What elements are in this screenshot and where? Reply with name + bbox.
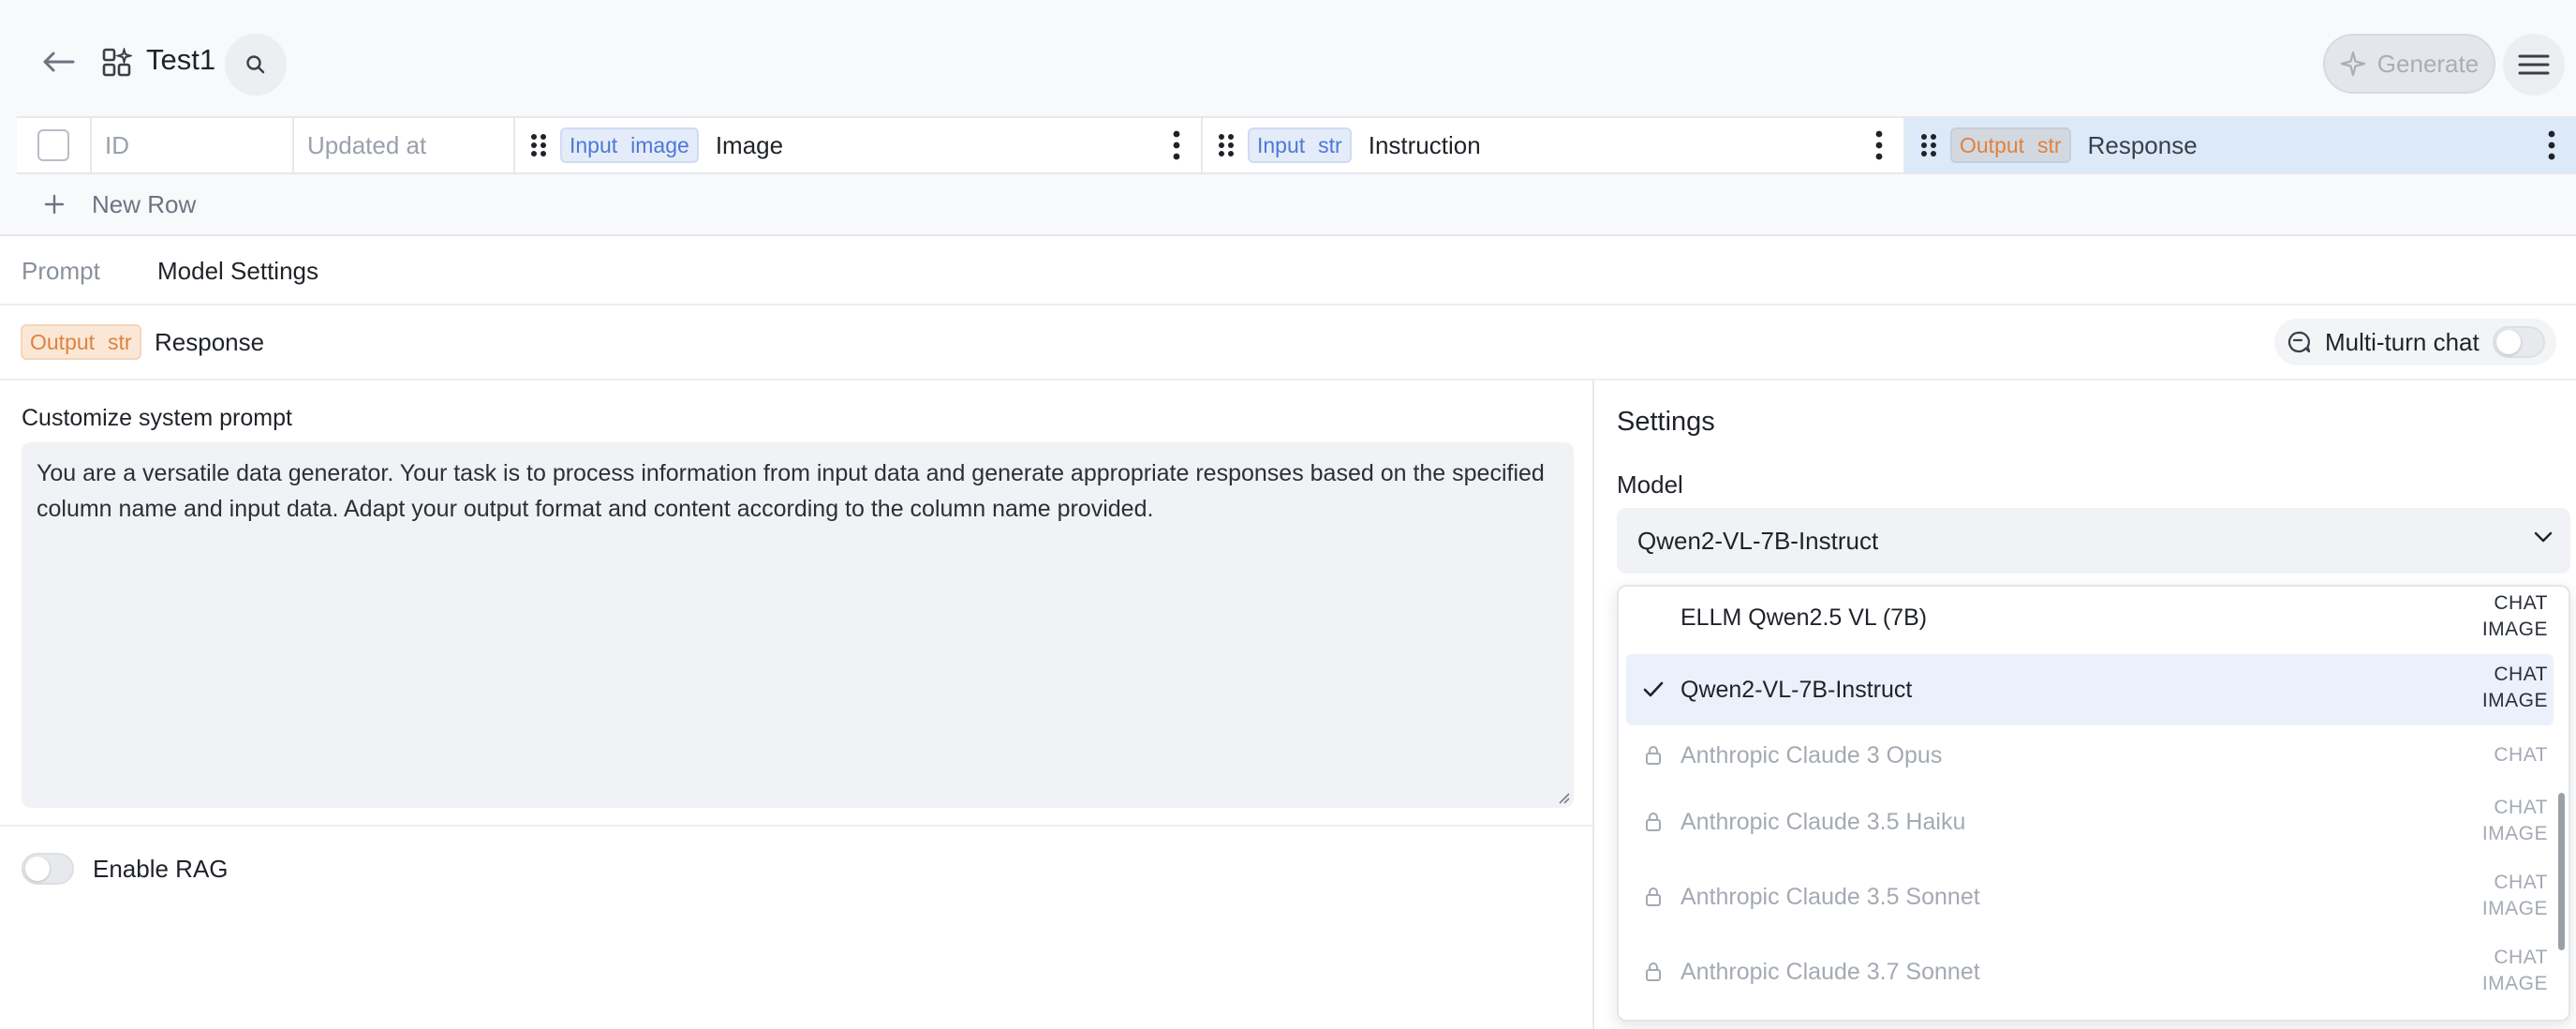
lock-icon [1626, 812, 1680, 832]
chevron-down-icon [2533, 530, 2554, 544]
column-type-badge: Output str [1950, 127, 2071, 163]
model-label: Model [1617, 470, 1683, 499]
new-row-button[interactable]: New Row [17, 174, 2576, 234]
column-datatype: str [1318, 132, 1342, 157]
model-option-name: Qwen2-VL-7B-Instruct [1680, 676, 1913, 703]
model-capabilities: CHAT IMAGE [2481, 947, 2548, 994]
search-icon [245, 54, 266, 75]
search-button[interactable] [225, 34, 287, 96]
tab-prompt[interactable]: Prompt [22, 257, 100, 286]
model-option-name: Anthropic Claude 3 Opus [1680, 741, 1943, 768]
column-menu-icon[interactable] [1171, 129, 1182, 161]
generate-button[interactable]: Generate [2323, 34, 2495, 94]
generate-label: Generate [2376, 49, 2480, 78]
panel-tabs: Prompt Model Settings [0, 236, 2576, 306]
column-type-badge: Input str [1248, 127, 1352, 163]
model-option-name: Anthropic Claude 3.7 Sonnet [1680, 958, 1980, 985]
sparkle-icon [2340, 51, 2366, 77]
model-capabilities: CHAT IMAGE [2481, 872, 2548, 919]
arrow-left-icon [41, 51, 75, 73]
column-settings-panel: Prompt Model Settings Output str Respons… [0, 234, 2576, 1029]
enable-rag-label: Enable RAG [93, 854, 229, 883]
column-menu-icon[interactable] [2546, 129, 2557, 161]
chat-icon [2286, 329, 2312, 355]
multi-turn-label: Multi-turn chat [2325, 327, 2480, 356]
column-header-updated-at[interactable]: Updated at [294, 118, 515, 172]
column-name: Updated at [307, 130, 427, 159]
column-datatype: str [108, 329, 132, 354]
back-button[interactable] [37, 41, 79, 82]
check-icon [1626, 680, 1680, 699]
column-kind: Output [1960, 132, 2025, 157]
new-row-label: New Row [92, 189, 197, 218]
settings-title: Settings [1617, 407, 1715, 437]
select-all-cell [17, 118, 92, 172]
prompt-section: Customize system prompt You are a versat… [0, 380, 1594, 1029]
enable-rag-toggle[interactable]: Enable RAG [22, 853, 229, 885]
column-kind: Output [30, 329, 96, 354]
drag-handle-icon[interactable] [1216, 131, 1236, 159]
lock-icon [1626, 887, 1680, 907]
top-bar: Test1 Generate [0, 0, 2576, 116]
rag-switch[interactable] [22, 853, 74, 885]
model-option-locked[interactable]: Anthropic Claude 3.5 Sonnet CHAT IMAGE [1626, 862, 2554, 932]
model-option-locked[interactable]: Anthropic Claude 3.7 Sonnet CHAT IMAGE [1626, 937, 2554, 1007]
model-capabilities: CHAT IMAGE [2481, 664, 2548, 711]
model-option-locked[interactable]: Anthropic Claude 3 Opus CHAT [1626, 729, 2554, 782]
model-capabilities: CHAT [2494, 744, 2548, 766]
settings-section: Settings Model Qwen2-VL-7B-Instruct ELLM… [1596, 380, 2576, 1029]
plus-icon [17, 194, 92, 215]
column-name: Image [715, 130, 784, 159]
column-name: Response [2087, 130, 2198, 159]
hamburger-menu-icon [2518, 53, 2550, 76]
drag-handle-icon[interactable] [528, 131, 549, 159]
column-name: ID [105, 130, 129, 159]
table-sparkle-icon [101, 47, 133, 79]
system-prompt-text: You are a versatile data generator. Your… [37, 460, 1545, 522]
column-kind: Input [1257, 132, 1306, 157]
model-select[interactable]: Qwen2-VL-7B-Instruct [1617, 508, 2570, 574]
divider [0, 825, 1592, 827]
column-header-id[interactable]: ID [92, 118, 294, 172]
model-option-name: Anthropic Claude 3.5 Haiku [1680, 808, 1966, 835]
menu-button[interactable] [2503, 34, 2565, 96]
drag-handle-icon[interactable] [1918, 131, 1939, 159]
multi-turn-switch[interactable] [2492, 326, 2545, 358]
column-datatype: str [2037, 132, 2062, 157]
lock-icon [1626, 745, 1680, 766]
system-prompt-textarea[interactable]: You are a versatile data generator. Your… [22, 442, 1574, 808]
column-header-instruction[interactable]: Input str Instruction [1203, 118, 1905, 172]
page-title: Test1 [146, 43, 216, 76]
table-header: ID Updated at Input image Image Input st… [17, 116, 2576, 174]
model-option-name: Anthropic Claude 3.5 Sonnet [1680, 883, 1980, 910]
model-option-selected[interactable]: Qwen2-VL-7B-Instruct CHAT IMAGE [1626, 654, 2554, 725]
column-menu-icon[interactable] [1873, 129, 1885, 161]
select-all-checkbox[interactable] [37, 129, 69, 161]
model-option-locked[interactable]: Anthropic Claude 3.5 Haiku CHAT IMAGE [1626, 787, 2554, 857]
column-kind: Input [570, 132, 618, 157]
multi-turn-chat-toggle[interactable]: Multi-turn chat [2274, 319, 2556, 365]
system-prompt-label: Customize system prompt [22, 405, 292, 431]
column-type-badge: Input image [560, 127, 699, 163]
model-dropdown: ELLM Qwen2.5 VL (7B) CHAT IMAGE Qwen2-VL-… [1617, 585, 2570, 1022]
selected-model: Qwen2-VL-7B-Instruct [1637, 526, 1879, 555]
lock-icon [1626, 962, 1680, 982]
model-capabilities: CHAT IMAGE [2481, 797, 2548, 844]
model-option[interactable]: ELLM Qwen2.5 VL (7B) CHAT IMAGE [1626, 587, 2554, 649]
column-datatype: image [630, 132, 689, 157]
output-column-name: Response [155, 328, 265, 356]
output-column-row: Output str Response Multi-turn chat [0, 306, 2576, 380]
output-type-badge: Output str [21, 324, 141, 360]
tab-model-settings[interactable]: Model Settings [157, 257, 318, 286]
column-name: Instruction [1368, 130, 1481, 159]
column-header-image[interactable]: Input image Image [515, 118, 1203, 172]
model-capabilities: CHAT IMAGE [2481, 592, 2548, 640]
model-option-name: ELLM Qwen2.5 VL (7B) [1680, 604, 1928, 631]
dropdown-scrollbar[interactable] [2558, 793, 2565, 950]
resize-handle-icon[interactable] [1557, 791, 1570, 804]
column-header-response[interactable]: Output str Response [1905, 118, 2576, 172]
